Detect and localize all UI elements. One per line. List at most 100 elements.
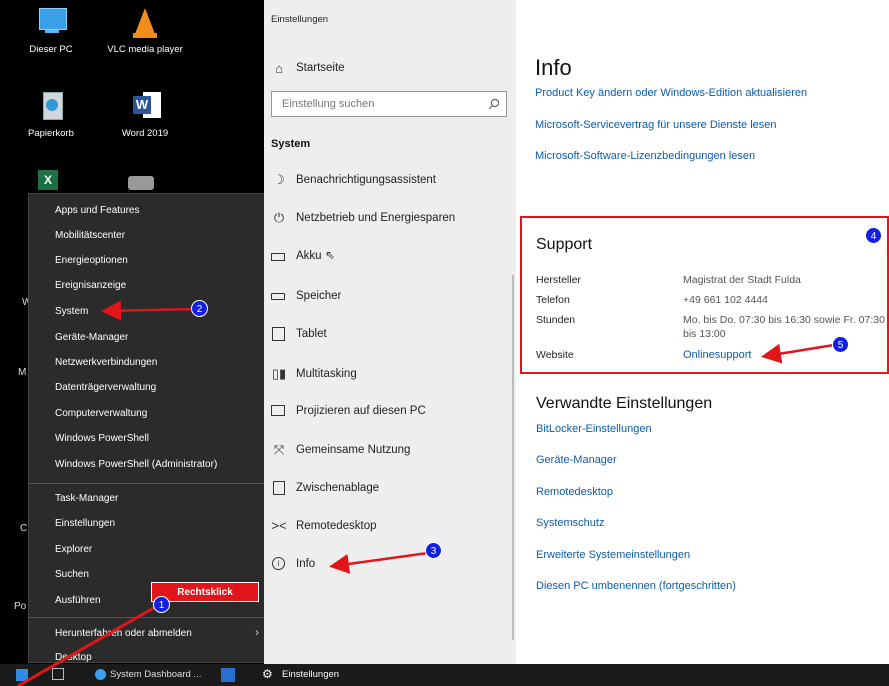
nav-benachrichtigungsassistent[interactable]: Benachrichtigungsassistent	[296, 174, 436, 186]
menu-item-geraete-manager[interactable]: Geräte-Manager	[55, 332, 128, 343]
storage-icon	[271, 288, 287, 304]
multitasking-icon: ▯▮	[271, 366, 287, 381]
desktop-edge-text: Po	[14, 601, 27, 612]
link-remotedesktop[interactable]: Remotedesktop	[536, 486, 613, 498]
menu-item-mobilitaetscenter[interactable]: Mobilitätscenter	[55, 230, 125, 241]
badge-4: 4	[865, 227, 882, 244]
menu-item-explorer[interactable]: Explorer	[55, 544, 92, 555]
task-view-icon[interactable]	[52, 668, 64, 680]
menu-item-task-manager[interactable]: Task-Manager	[55, 493, 118, 504]
nav-akku[interactable]: Akku	[296, 250, 322, 262]
desktop-icon-label: Word 2019	[121, 128, 169, 139]
value-telefon: +49 661 102 4444	[683, 294, 768, 306]
link-systemschutz[interactable]: Systemschutz	[536, 517, 604, 529]
link-geraete-manager[interactable]: Geräte-Manager	[536, 454, 617, 466]
badge-2: 2	[191, 300, 208, 317]
nav-projizieren[interactable]: Projizieren auf diesen PC	[296, 405, 426, 417]
nav-section-system: System	[271, 138, 311, 150]
printer-icon[interactable]	[128, 176, 154, 190]
menu-item-windows-powershell[interactable]: Windows PowerShell	[55, 433, 149, 444]
remote-icon: ><	[271, 518, 287, 533]
desktop-icon-label: VLC media player	[107, 44, 183, 55]
link-bitlocker[interactable]: BitLocker-Einstellungen	[536, 423, 652, 435]
value-hersteller: Magistrat der Stadt Fulda	[683, 274, 801, 286]
menu-separator	[29, 483, 272, 484]
gear-icon: ⚙	[262, 667, 273, 681]
desktop-icon-word[interactable]: W Word 2019	[100, 90, 190, 139]
desktop-icon-papierkorb[interactable]: Papierkorb	[6, 90, 96, 139]
chevron-right-icon: ›	[255, 625, 259, 639]
link-pc-umbenennen[interactable]: Diesen PC umbenennen (fortgeschritten)	[536, 580, 736, 592]
link-lizenzbedingungen[interactable]: Microsoft-Software-Lizenzbedingungen les…	[535, 150, 755, 162]
excel-icon[interactable]: X	[38, 170, 58, 190]
label-stunden: Stunden	[536, 314, 576, 326]
link-servicevertrag[interactable]: Microsoft-Servicevertrag für unsere Dien…	[535, 119, 776, 131]
word-icon: W	[125, 90, 165, 126]
project-icon	[271, 403, 287, 419]
desktop-icon-label: Papierkorb	[28, 128, 74, 139]
menu-item-energieoptionen[interactable]: Energieoptionen	[55, 255, 128, 266]
nav-remotedesktop[interactable]: Remotedesktop	[296, 520, 377, 532]
menu-item-einstellungen[interactable]: Einstellungen	[55, 518, 115, 529]
mouse-cursor-icon: ⇖	[325, 248, 336, 262]
nav-info[interactable]: Info	[296, 558, 315, 570]
info-icon: i	[271, 556, 287, 572]
menu-item-datentraegerverwaltung[interactable]: Datenträgerverwaltung	[55, 382, 156, 393]
settings-nav-pane: Einstellungen ⌂ Startseite Einstellung s…	[264, 0, 516, 664]
nav-scrollbar[interactable]	[512, 275, 514, 640]
battery-icon	[271, 249, 287, 265]
nav-tablet[interactable]: Tablet	[296, 328, 327, 340]
moon-icon: ☽	[273, 172, 285, 187]
nav-netzbetrieb[interactable]: Netzbetrieb und Energiesparen	[296, 212, 455, 224]
badge-3: 3	[425, 542, 442, 559]
chrome-app-icon	[95, 669, 106, 680]
window-title: Einstellungen	[271, 14, 329, 25]
related-settings-title: Verwandte Einstellungen	[536, 395, 713, 412]
menu-item-windows-powershell-admin[interactable]: Windows PowerShell (Administrator)	[55, 459, 217, 470]
label-website: Website	[536, 349, 574, 361]
nav-zwischenablage[interactable]: Zwischenablage	[296, 482, 379, 494]
nav-speicher[interactable]: Speicher	[296, 290, 341, 302]
menu-item-herunterfahren[interactable]: Herunterfahren oder abmelden	[55, 628, 192, 639]
search-placeholder: Einstellung suchen	[282, 98, 375, 110]
clipboard-icon	[271, 480, 287, 496]
menu-item-netzwerkverbindungen[interactable]: Netzwerkverbindungen	[55, 357, 157, 368]
value-stunden-line1: Mo. bis Do. 07:30 bis 16:30 sowie Fr. 07…	[683, 314, 885, 326]
menu-item-suchen[interactable]: Suchen	[55, 569, 89, 580]
menu-item-ereignisanzeige[interactable]: Ereignisanzeige	[55, 280, 126, 291]
link-onlinesupport[interactable]: Onlinesupport	[683, 349, 752, 361]
menu-separator	[29, 617, 272, 618]
taskbar-item-einstellungen[interactable]: Einstellungen	[282, 669, 339, 680]
taskbar-app-icon[interactable]	[221, 668, 235, 682]
desktop-icon-label: Dieser PC	[29, 44, 73, 55]
desktop-icon-vlc[interactable]: VLC media player	[100, 6, 190, 55]
badge-5: 5	[832, 336, 849, 353]
menu-item-computerverwaltung[interactable]: Computerverwaltung	[55, 408, 147, 419]
windows-start-icon[interactable]	[16, 669, 28, 681]
menu-item-desktop[interactable]: Desktop	[55, 652, 92, 663]
menu-item-ausfuehren[interactable]: Ausführen	[55, 595, 101, 606]
page-title: Info	[535, 55, 572, 80]
value-stunden-line2: bis 13:00	[683, 328, 726, 340]
nav-multitasking[interactable]: Multitasking	[296, 368, 357, 380]
label-hersteller: Hersteller	[536, 274, 581, 286]
power-icon: ⏻	[273, 210, 285, 225]
link-product-key[interactable]: Product Key ändern oder Windows-Edition …	[535, 87, 807, 99]
desktop-edge-text: M	[18, 367, 27, 378]
menu-item-apps-und-features[interactable]: Apps und Features	[55, 205, 140, 216]
support-title: Support	[536, 236, 593, 253]
taskbar-item-system-dashboard[interactable]: System Dashboard ...	[110, 669, 201, 680]
menu-item-system[interactable]: System	[55, 306, 88, 317]
link-erweiterte-systemeinstellungen[interactable]: Erweiterte Systemeinstellungen	[536, 549, 690, 561]
nav-startseite[interactable]: Startseite	[296, 62, 345, 74]
search-icon	[488, 98, 500, 110]
desktop-edge-text: C	[20, 523, 28, 534]
settings-search-box[interactable]: Einstellung suchen	[271, 91, 507, 117]
desktop-icon-dieser-pc[interactable]: Dieser PC	[6, 6, 96, 55]
recycle-bin-icon	[31, 90, 71, 126]
label-telefon: Telefon	[536, 294, 570, 306]
share-icon: ⤧	[273, 442, 285, 457]
tablet-icon	[271, 326, 287, 342]
vlc-cone-icon	[125, 6, 165, 42]
nav-gemeinsame-nutzung[interactable]: Gemeinsame Nutzung	[296, 444, 410, 456]
